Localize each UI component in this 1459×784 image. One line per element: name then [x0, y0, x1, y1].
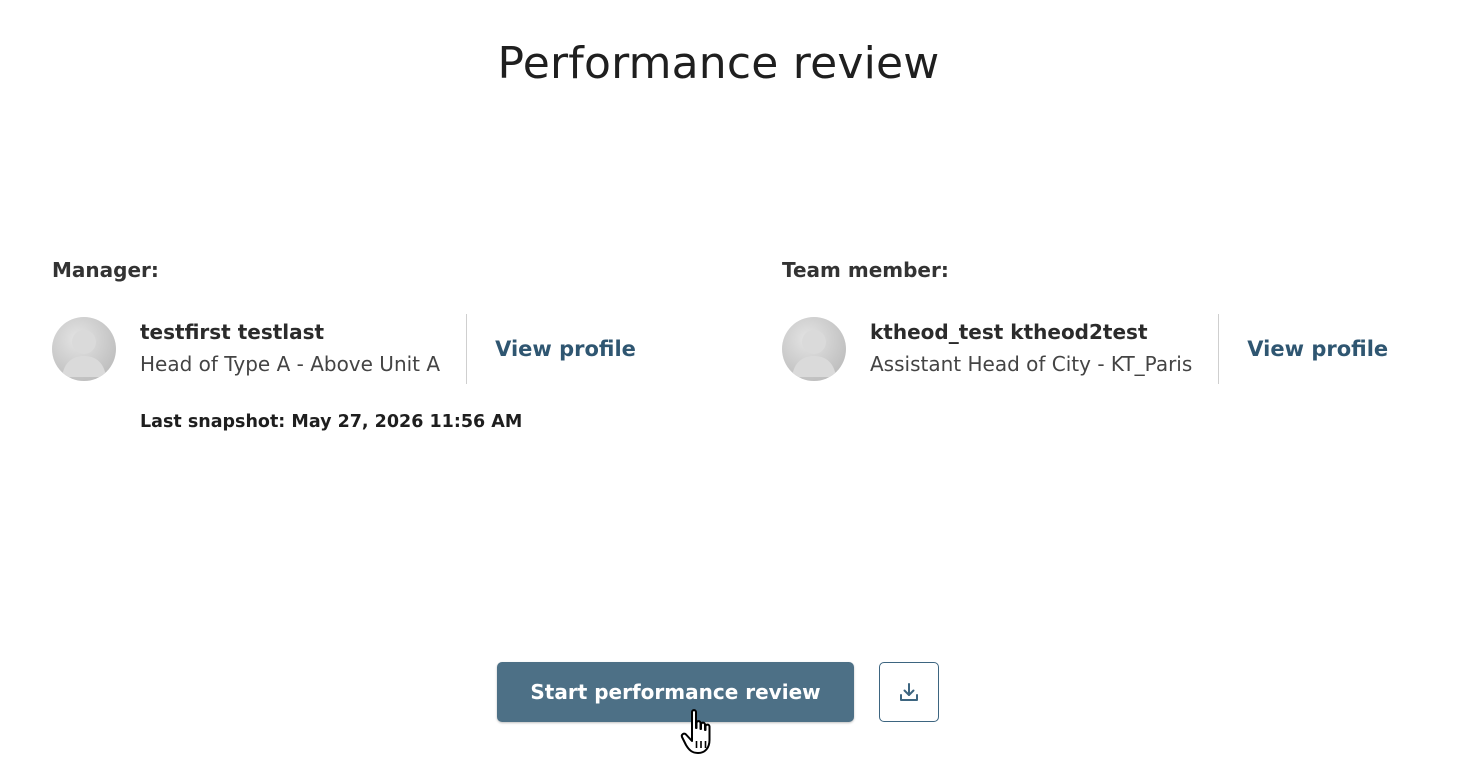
start-performance-review-button[interactable]: Start performance review	[497, 662, 854, 722]
default-avatar-icon	[52, 317, 116, 381]
manager-section: Manager: testfirst testlast Head of Type…	[52, 256, 636, 432]
last-snapshot-text: Last snapshot: May 27, 2026 11:56 AM	[140, 412, 523, 432]
team-member-card: ktheod_test ktheod2test Assistant Head o…	[782, 314, 1388, 384]
manager-role: Head of Type A - Above Unit A	[140, 352, 441, 376]
team-member-name: ktheod_test ktheod2test	[870, 320, 1148, 344]
team-member-view-profile-link[interactable]: View profile	[1247, 337, 1388, 361]
team-member-role: Assistant Head of City - KT_Paris	[870, 352, 1193, 376]
manager-name: testfirst testlast	[140, 320, 325, 344]
page-title: Performance review	[497, 38, 940, 89]
hand-cursor-icon	[680, 709, 711, 754]
manager-view-profile-link[interactable]: View profile	[495, 337, 636, 361]
download-button[interactable]	[879, 662, 939, 722]
team-member-info: ktheod_test ktheod2test Assistant Head o…	[870, 314, 1220, 384]
team-member-heading: Team member:	[782, 258, 949, 282]
default-avatar-icon	[782, 317, 846, 381]
manager-info: testfirst testlast Head of Type A - Abov…	[140, 314, 468, 384]
manager-card: testfirst testlast Head of Type A - Abov…	[52, 314, 636, 384]
team-member-section: Team member: ktheod_test ktheod2test Ass…	[782, 256, 1388, 384]
manager-heading: Manager:	[52, 258, 159, 282]
performance-review-page: Performance review Manager: testfirst te…	[0, 0, 1459, 784]
download-icon	[900, 683, 918, 701]
